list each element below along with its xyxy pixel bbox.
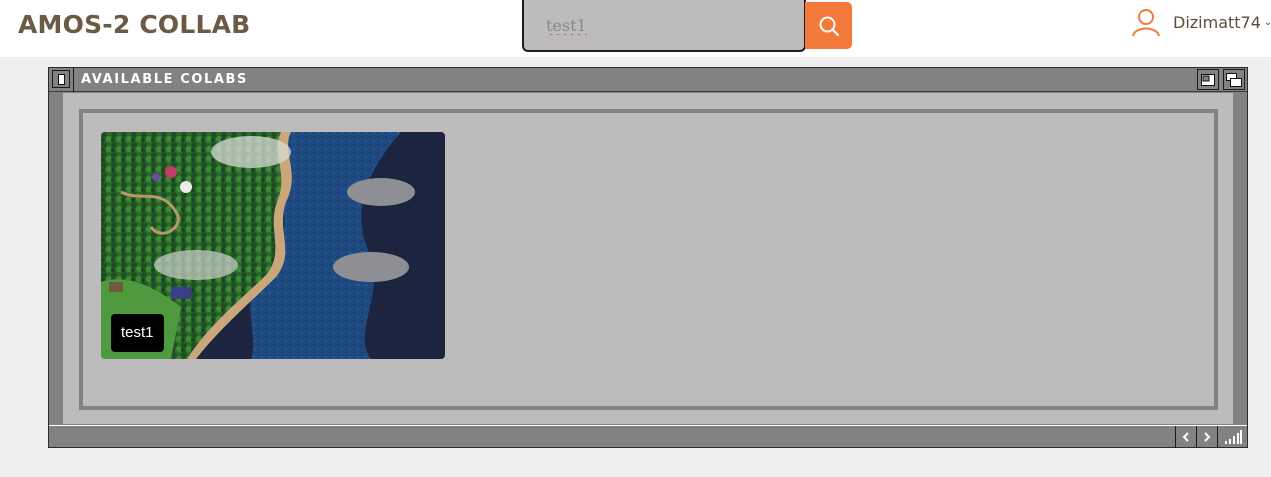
- search-icon: [819, 16, 839, 36]
- search-button[interactable]: [805, 2, 852, 49]
- user-menu[interactable]: Dizimatt74 ⌄: [1131, 6, 1271, 38]
- window-title: AVAILABLE COLABS: [81, 72, 249, 87]
- arrow-left-icon: [1182, 432, 1189, 442]
- resize-handle[interactable]: [1217, 426, 1247, 448]
- arrow-right-icon: [1204, 432, 1211, 442]
- resize-grip-icon: [1224, 430, 1242, 444]
- restore-button[interactable]: [1223, 69, 1245, 90]
- colab-card[interactable]: test1: [101, 132, 445, 359]
- brand-title[interactable]: AMOS-2 COLLAB: [18, 10, 250, 39]
- window-statusbar: [49, 425, 1247, 448]
- minimize-icon: [1201, 73, 1215, 86]
- top-bar: AMOS-2 COLLAB Dizimatt74 ⌄: [0, 0, 1271, 57]
- chevron-down-icon: ⌄: [1263, 16, 1271, 28]
- close-icon: [57, 73, 65, 85]
- search-box: [522, 0, 806, 52]
- user-name: Dizimatt74: [1173, 12, 1261, 32]
- restore-icon: [1226, 72, 1242, 87]
- colab-name: test1: [111, 314, 164, 352]
- minimize-button[interactable]: [1197, 69, 1219, 90]
- colabs-window: AVAILABLE COLABS test1: [48, 67, 1248, 448]
- scroll-left-button[interactable]: [1175, 426, 1196, 448]
- user-icon: [1132, 9, 1160, 37]
- window-content: test1: [63, 93, 1233, 424]
- close-button[interactable]: [52, 70, 70, 88]
- titlebar-divider: [73, 68, 74, 92]
- scroll-right-button[interactable]: [1196, 426, 1217, 448]
- search-input[interactable]: [546, 13, 786, 37]
- window-titlebar[interactable]: AVAILABLE COLABS: [49, 68, 1247, 92]
